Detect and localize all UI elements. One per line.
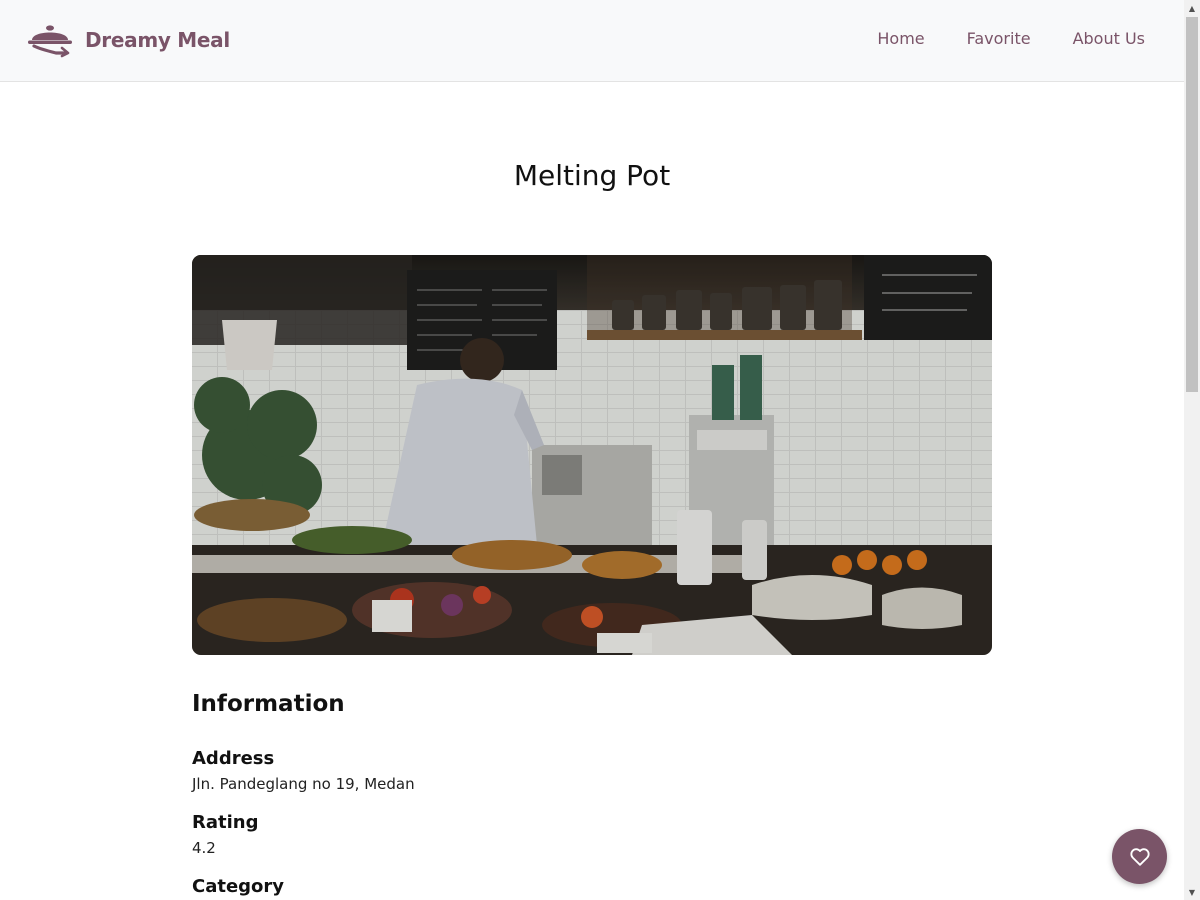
heart-icon [1129, 847, 1150, 866]
restaurant-detail: Melting Pot Information Address Jln. Pan… [192, 82, 992, 899]
restaurant-name: Melting Pot [513, 159, 671, 192]
favorite-button[interactable] [1112, 829, 1167, 884]
main-nav: Home Favorite About Us [877, 29, 1145, 48]
rating-info: Rating 4.2 [192, 811, 992, 859]
scrollbar-thumb[interactable] [1186, 17, 1198, 392]
scroll-up-arrow-icon[interactable]: ▲ [1184, 0, 1200, 16]
page: Dreamy Meal Home Favorite About Us Melti… [0, 0, 1184, 900]
vertical-scrollbar[interactable]: ▲ ▼ [1184, 0, 1200, 900]
rating-value: 4.2 [192, 839, 216, 857]
information-heading: Information [192, 691, 345, 717]
rating-label: Rating [192, 812, 259, 833]
nav-home[interactable]: Home [877, 29, 924, 48]
nav-favorite[interactable]: Favorite [967, 29, 1031, 48]
category-info: Category [192, 875, 992, 899]
category-label: Category [192, 876, 285, 897]
address-label: Address [192, 748, 275, 769]
nav-about-us[interactable]: About Us [1073, 29, 1145, 48]
cloche-icon [28, 25, 72, 58]
brand[interactable]: Dreamy Meal [26, 22, 230, 58]
app-header: Dreamy Meal Home Favorite About Us [0, 0, 1184, 82]
cafe-photo-illustration [192, 255, 992, 655]
brand-name: Dreamy Meal [85, 28, 230, 52]
address-info: Address Jln. Pandeglang no 19, Medan [192, 747, 992, 795]
address-value: Jln. Pandeglang no 19, Medan [192, 775, 415, 793]
restaurant-image [192, 255, 992, 655]
scroll-down-arrow-icon[interactable]: ▼ [1184, 884, 1200, 900]
